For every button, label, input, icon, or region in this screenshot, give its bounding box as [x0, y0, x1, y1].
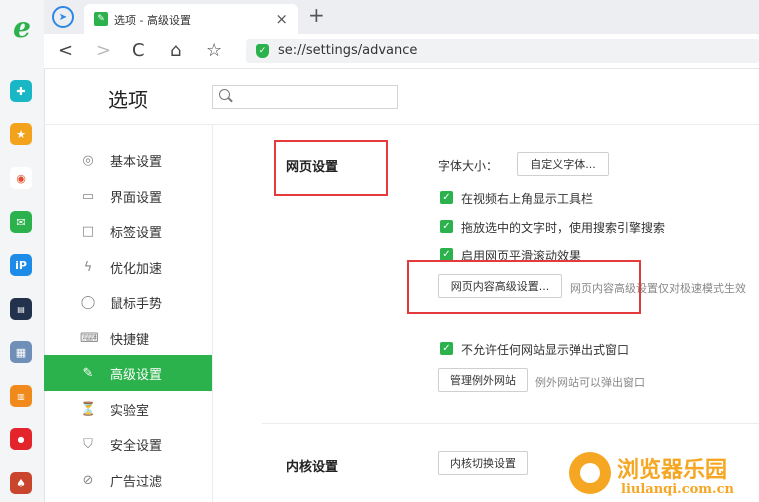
new-tab-button[interactable]: + — [308, 3, 325, 27]
weibo-icon[interactable]: ◉ — [10, 167, 32, 189]
game-app-icon[interactable]: ♠ — [10, 472, 32, 494]
popup-block-checkbox[interactable]: ✓ — [440, 342, 453, 355]
menu-item-tabs[interactable]: □ 标签设置 — [44, 213, 212, 249]
exceptions-hint: 例外网站可以弹出窗口 — [535, 376, 645, 389]
url-field[interactable]: ✓ se://settings/advance — [246, 39, 759, 63]
reload-button[interactable]: C — [132, 40, 145, 61]
menu-item-interface[interactable]: ▭ 界面设置 — [44, 178, 212, 214]
tab-settings-icon: □ — [81, 223, 95, 239]
app-sidebar: e ✚ ★ ◉ ✉ iP ▤ ▦ ▥ ● ♠ — [0, 0, 45, 502]
navigation-icon[interactable]: ➤ — [52, 6, 74, 28]
menu-item-label: 实验室 — [110, 403, 150, 419]
tab-close-icon[interactable]: × — [275, 10, 288, 28]
bookmark-star-button[interactable]: ☆ — [206, 40, 222, 61]
menu-item-label: 界面设置 — [110, 190, 163, 206]
watermark: 浏览器乐园 liulanqi.com.cn — [569, 448, 759, 502]
browser-logo-icon[interactable]: e — [8, 14, 36, 42]
url-text: se://settings/advance — [278, 43, 418, 58]
menu-item-shortcuts[interactable]: ⌨ 快捷键 — [44, 320, 212, 356]
security-shield-icon: ✓ — [256, 44, 269, 58]
news-app-icon[interactable]: ▤ — [10, 298, 32, 320]
back-button[interactable]: < — [58, 40, 73, 61]
lightning-icon: ϟ — [83, 259, 93, 275]
menu-item-optimize[interactable]: ϟ 优化加速 — [44, 249, 212, 285]
menu-item-label: 安全设置 — [110, 438, 163, 454]
menu-item-label: 广告过滤 — [110, 474, 163, 490]
header-divider — [44, 124, 759, 125]
menu-item-security[interactable]: ⛉ 安全设置 — [44, 426, 212, 462]
menu-item-basic[interactable]: ◎ 基本设置 — [44, 142, 212, 178]
page-title: 选项 — [108, 88, 148, 112]
video-toolbar-label: 在视频右上角显示工具栏 — [461, 192, 594, 206]
shield-icon: ⛉ — [83, 436, 93, 452]
kernel-switch-button[interactable]: 内核切换设置 — [438, 451, 528, 475]
tab-settings[interactable]: ✎ 选项 - 高级设置 × — [84, 4, 298, 34]
section-divider — [262, 423, 759, 424]
menu-item-label: 优化加速 — [110, 261, 163, 277]
highlight-box — [407, 260, 641, 314]
menu-item-advanced[interactable]: ✎ 高级设置 — [44, 355, 212, 391]
lab-flask-icon: ⏳ — [80, 401, 97, 417]
highlight-box — [274, 140, 388, 196]
menu-item-label: 基本设置 — [110, 154, 163, 170]
menu-item-lab[interactable]: ⏳ 实验室 — [44, 391, 212, 427]
novel-app-icon[interactable]: ▥ — [10, 385, 32, 407]
menu-item-label: 标签设置 — [110, 225, 163, 241]
manage-exceptions-button[interactable]: 管理例外网站 — [438, 368, 528, 392]
menu-item-mouse-gesture[interactable]: ◯ 鼠标手势 — [44, 284, 212, 320]
settings-search-input[interactable] — [212, 85, 398, 109]
tab-title: 选项 - 高级设置 — [114, 14, 191, 27]
keyboard-icon: ⌨ — [80, 330, 99, 346]
mouse-icon: ◯ — [80, 294, 96, 310]
video-toolbar-checkbox[interactable]: ✓ — [440, 191, 453, 204]
interface-icon: ▭ — [81, 188, 95, 204]
font-size-label: 字体大小： — [438, 159, 499, 173]
doc-app-icon[interactable]: ▦ — [10, 341, 32, 363]
menu-divider — [212, 125, 213, 502]
search-icon — [219, 89, 230, 100]
mail-icon[interactable]: ✉ — [10, 211, 32, 233]
home-button[interactable]: ⌂ — [170, 40, 181, 61]
watermark-title: 浏览器乐园 — [617, 457, 728, 483]
menu-item-label: 鼠标手势 — [110, 296, 163, 312]
wrench-icon: ✎ — [82, 365, 94, 381]
star-app-icon[interactable]: ★ — [10, 123, 32, 145]
plus-app-icon[interactable]: ✚ — [10, 80, 32, 102]
ip-app-icon[interactable]: iP — [10, 254, 32, 276]
settings-favicon-icon: ✎ — [94, 12, 108, 26]
menu-item-label: 快捷键 — [110, 332, 150, 348]
popup-block-label: 不允许任何网站显示弹出式窗口 — [461, 343, 630, 357]
drag-search-label: 拖放选中的文字时，使用搜索引擎搜索 — [461, 221, 666, 235]
forward-button[interactable]: > — [96, 40, 111, 61]
drag-search-checkbox[interactable]: ✓ — [440, 220, 453, 233]
red-app-icon[interactable]: ● — [10, 428, 32, 450]
watermark-url: liulanqi.com.cn — [621, 482, 734, 497]
basic-settings-icon: ◎ — [82, 152, 94, 168]
block-icon: ⊘ — [82, 472, 94, 488]
menu-item-adblock[interactable]: ⊘ 广告过滤 — [44, 462, 212, 498]
watermark-logo-icon — [569, 452, 611, 494]
menu-item-label: 高级设置 — [110, 367, 163, 383]
custom-font-button[interactable]: 自定义字体... — [517, 152, 609, 176]
kernel-settings-label: 内核设置 — [286, 460, 339, 475]
